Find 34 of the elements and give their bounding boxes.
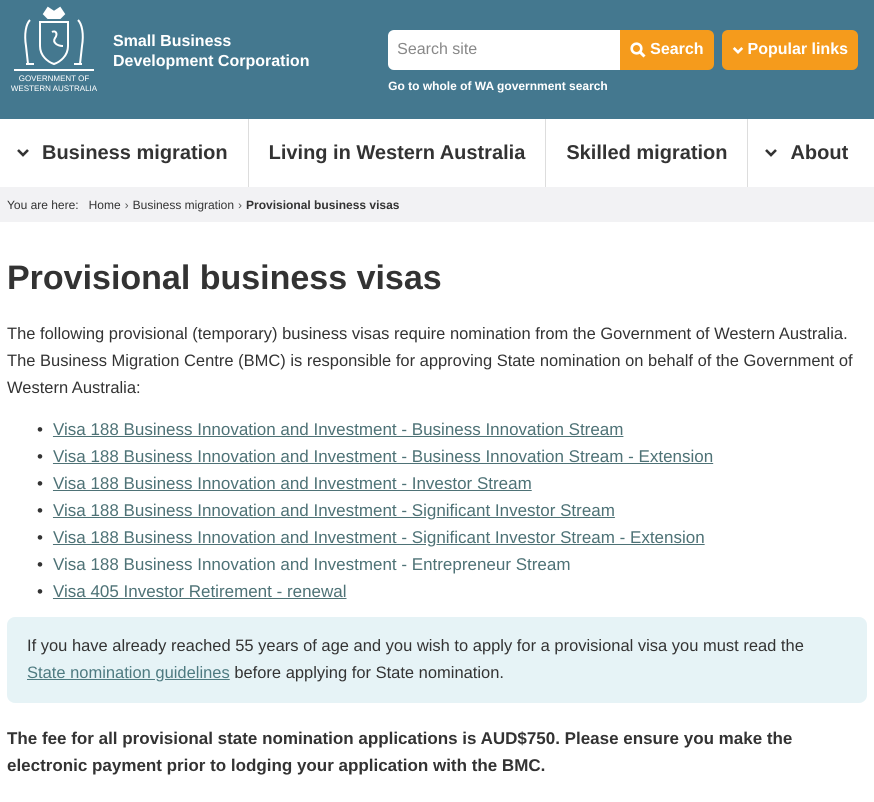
chevron-icon — [764, 148, 778, 158]
fee-note: The fee for all provisional state nomination applications is AUD$750. Please ensure you make the electronic payment prior to lodging your application with the BMC. — [7, 728, 794, 777]
guidelines-link[interactable]: State nomination guidelines — [27, 664, 230, 682]
bullet: • — [37, 500, 43, 522]
government-caption: GOVERNMENT OF WESTERN AUSTRALIA — [10, 74, 98, 94]
bullet: • — [37, 472, 43, 495]
search-field[interactable]: Search site — [388, 30, 620, 70]
visa-link[interactable]: Visa 188 Business Innovation and Investment - Significant Investor Stream — [52, 496, 615, 524]
intro-paragraph: The following provisional (temporary) business visas require nomination from the Government of Western Australia. The Business Migration Centre (BMC) is responsible for approving State nomination on behalf of the Government of Western Australia: — [7, 324, 854, 399]
visa-link[interactable]: Visa 188 Business Innovation and Investment - Entrepreneur Stream — [52, 550, 570, 578]
breadcrumb-separator: › — [124, 196, 129, 214]
bullet: • — [37, 526, 43, 549]
chevron-icon — [16, 148, 30, 158]
breadcrumb-label: You are here: — [7, 196, 79, 214]
breadcrumb-current: Provisional business visas — [246, 196, 400, 214]
page-title: Provisional business visas — [7, 258, 443, 299]
breadcrumb-separator: › — [238, 196, 242, 214]
visa-link[interactable]: Visa 188 Business Innovation and Investment - Business Innovation Stream — [52, 416, 624, 443]
government-search-link[interactable]: Go to whole of WA government search — [388, 77, 608, 95]
visa-link[interactable]: Visa 188 Business Innovation and Investment - Business Innovation Stream - Extension — [52, 442, 714, 470]
bullet: • — [37, 446, 43, 468]
nav-item[interactable]: About — [748, 119, 868, 187]
visa-link[interactable]: Visa 188 Business Innovation and Investment - Significant Investor Stream - Extension — [52, 524, 705, 551]
visa-link[interactable]: Visa 405 Investor Retirement - renewal — [52, 578, 347, 605]
bullet: • — [37, 418, 43, 441]
caret-icon — [732, 46, 744, 54]
search-icon — [630, 42, 646, 58]
breadcrumb-link[interactable]: Business migration — [132, 196, 234, 214]
breadcrumb-link[interactable]: Home — [88, 196, 121, 214]
organisation-name[interactable]: Small Business Development Corporation — [113, 32, 310, 117]
bullet: • — [37, 580, 43, 603]
visa-link[interactable]: Visa 188 Business Innovation and Investment - Investor Stream — [52, 470, 532, 497]
callout-text: If you have already reached 55 years of age and you wish to apply for a provisional visa you must read the State nomination guidelines before applying for State nomination. — [27, 636, 805, 684]
bullet: • — [37, 554, 43, 576]
